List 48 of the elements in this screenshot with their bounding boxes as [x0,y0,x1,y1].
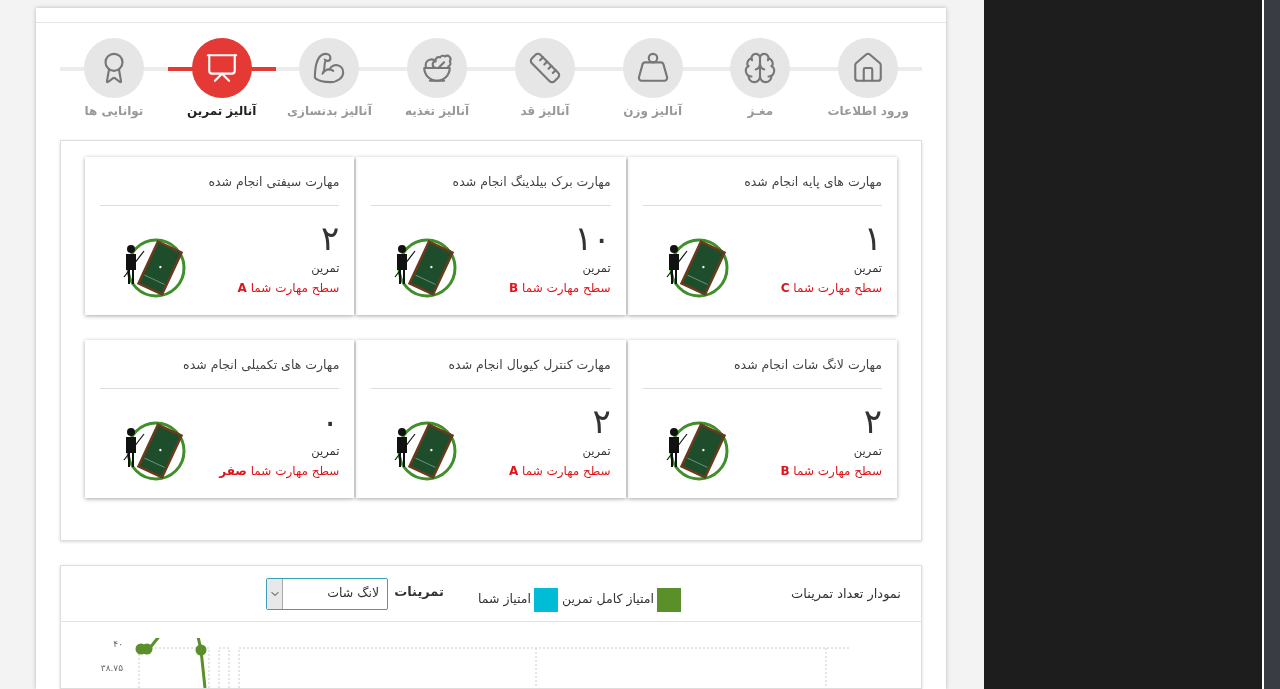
exercise-count: ۲ [863,399,882,443]
chart-title: نمودار تعداد تمرینات [791,584,901,604]
count-unit: تمرین [582,442,611,460]
skill-level: سطح مهارت شما صفر [219,463,340,480]
step-label[interactable]: آنالیز وزن [623,102,682,120]
billiards-player-icon [664,237,729,299]
card-title: مهارت کنترل کیوبال انجام شده [448,357,611,372]
y-axis-label: ۳۸.۷۵ [100,662,123,674]
chart-point [141,643,153,655]
step-label[interactable]: آنالیز بدنسازی [287,102,372,120]
billiards-player-icon [664,420,729,482]
chart-line [195,638,207,688]
exercise-count: ۱۰ [574,216,611,260]
step-label[interactable]: ورود اطلاعات [827,102,909,120]
flexed-arm-icon [312,51,347,85]
count-unit: تمرین [311,259,340,277]
exercise-count: ۲ [592,399,611,443]
count-unit: تمرین [853,259,882,277]
card-title: مهارت سیفتی انجام شده [208,174,340,189]
filter-label: تمرینات [394,582,444,601]
ruler-icon [527,51,562,85]
step-label[interactable]: توانایی ها [84,102,144,120]
card-title: مهارت های پایه انجام شده [744,174,882,189]
count-unit: تمرین [853,442,882,460]
legend-label: امتیاز کامل تمرین [562,590,655,609]
exercise-count: ۲ [321,216,340,260]
exercise-count: ۱ [863,216,882,260]
legend-label: امتیاز شما [477,590,531,609]
y-axis-label: ۴۰ [113,638,123,650]
presentation-board-icon [204,51,239,85]
step-label[interactable]: آنالیز قد [520,102,570,120]
chart-point [195,644,207,656]
step-label[interactable]: آنالیز تغذیه [405,102,470,120]
billiards-player-icon [393,237,458,299]
card-title: مهارت برک بیلدینگ انجام شده [452,174,611,189]
step-label[interactable]: آنالیز تمرین [186,102,257,120]
billiards-player-icon [393,420,458,482]
count-unit: تمرین [311,442,340,460]
step-label[interactable]: مغـز [747,102,774,120]
exercise-count: ۰ [321,399,340,443]
billiards-player-icon [122,237,186,299]
billiards-player-icon [122,420,186,482]
exercise-select[interactable]: لانگ شات [266,577,389,610]
card-title: مهارت های تکمیلی انجام شده [183,357,340,372]
brain-icon [743,51,778,85]
card-title: مهارت لانگ شات انجام شده [734,357,882,372]
count-unit: تمرین [582,259,611,277]
weight-icon [635,51,670,85]
